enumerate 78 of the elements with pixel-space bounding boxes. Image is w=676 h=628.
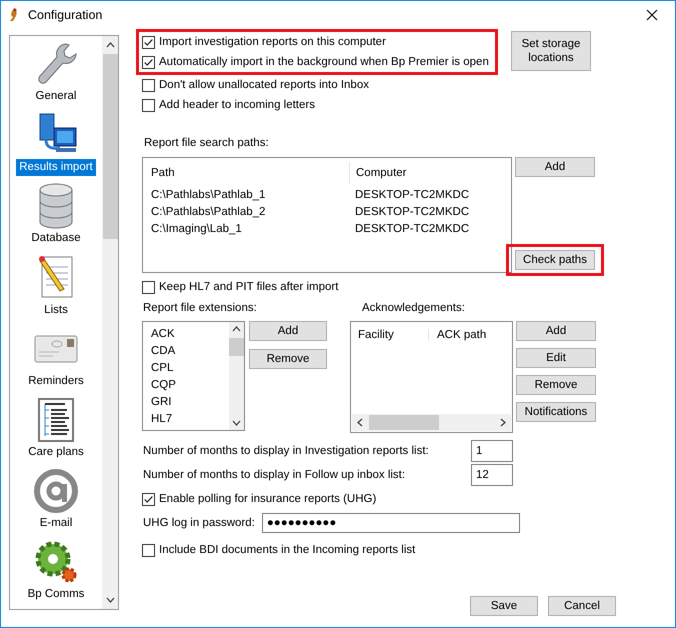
- scroll-down-icon: [106, 597, 114, 603]
- section-label: Report file search paths:: [144, 137, 270, 151]
- list-item[interactable]: ACK: [151, 326, 229, 343]
- gears-icon: [33, 538, 79, 585]
- set-storage-button[interactable]: Set storage locations: [511, 31, 591, 71]
- column-header[interactable]: ACK path: [429, 329, 486, 341]
- checkbox-label: Import investigation reports on this computer: [159, 36, 386, 48]
- scroll-right-icon: [500, 418, 506, 427]
- paths-list[interactable]: Path Computer C:\Pathlabs\Pathlab_1 DESKTOP-TC2MKDC C:\Pathlabs\Pathlab_2 DESKTOP-TC2MKDC C:\Imaging\Lab_1 DESKTOP-TC2MKDC: [142, 157, 512, 273]
- checkbox-label: Keep HL7 and PIT files after import: [159, 281, 338, 293]
- checkbox-label: Automatically import in the background when Bp Premier is open: [159, 56, 489, 68]
- months-field[interactable]: 12: [471, 464, 513, 486]
- scroll-up-icon: [232, 326, 241, 332]
- section-label: Report file extensions:: [143, 302, 258, 316]
- field-label: Number of months to display in Follow up inbox list:: [143, 469, 406, 481]
- sidebar-item[interactable]: General: [10, 40, 102, 112]
- at-sign-icon: [33, 468, 79, 514]
- checkbox[interactable]: [142, 56, 155, 68]
- checkbox-label: Include BDI documents in the Incoming reports list: [159, 544, 416, 556]
- table-cell-text: C:\Pathlabs\Pathlab_2: [151, 206, 266, 218]
- add-button[interactable]: Add: [515, 157, 595, 177]
- scrollbar-thumb[interactable]: [369, 415, 439, 430]
- scrollbar[interactable]: [352, 414, 511, 431]
- column-header[interactable]: Facility: [358, 329, 429, 341]
- acknowledgements-list[interactable]: Facility ACK path: [350, 321, 513, 433]
- checkbox[interactable]: [142, 280, 155, 294]
- list-item[interactable]: CDA: [151, 343, 229, 360]
- close-icon: [646, 9, 658, 21]
- list-item[interactable]: GRI: [151, 394, 229, 411]
- section-label: Acknowledgements:: [362, 302, 466, 316]
- dialog-button[interactable]: Cancel: [548, 596, 616, 616]
- checkbox-label: Enable polling for insurance reports (UHG): [159, 493, 376, 505]
- column-header[interactable]: Computer: [350, 167, 406, 179]
- table-cell-text: C:\Pathlabs\Pathlab_1: [151, 188, 266, 200]
- outline-icon: [36, 396, 76, 444]
- scrollbar-thumb[interactable]: [229, 338, 244, 356]
- list-button[interactable]: Add: [249, 321, 327, 341]
- list-item[interactable]: CQP: [151, 377, 229, 394]
- sidebar-item[interactable]: Database: [10, 182, 102, 254]
- list-button[interactable]: Remove: [249, 349, 327, 369]
- list-item[interactable]: HL7: [151, 411, 229, 428]
- scrollbar-thumb[interactable]: [102, 54, 118, 239]
- list-item[interactable]: CPL: [151, 360, 229, 377]
- checkbox[interactable]: [142, 492, 155, 506]
- dialog-button[interactable]: Save: [470, 596, 538, 616]
- table-cell-text: DESKTOP-TC2MKDC: [354, 206, 470, 218]
- extensions-list[interactable]: ACK CDA CPL CQP GRI HL7: [142, 321, 245, 431]
- list-button[interactable]: Edit: [516, 348, 596, 368]
- checkbox[interactable]: [142, 544, 155, 556]
- table-cell-text: DESKTOP-TC2MKDC: [354, 188, 470, 200]
- list-button[interactable]: Notifications: [516, 402, 596, 422]
- checkbox-label: Don't allow unallocated reports into Inbox: [159, 79, 369, 91]
- sidebar-item[interactable]: Bp Comms: [10, 538, 102, 609]
- scrollbar[interactable]: [102, 36, 118, 609]
- scroll-down-icon: [232, 420, 241, 426]
- table-cell-text: C:\Imaging\Lab_1: [151, 222, 243, 234]
- checkbox[interactable]: [142, 78, 155, 92]
- scroll-left-icon: [357, 418, 363, 427]
- field-label: UHG log in password:: [143, 517, 255, 529]
- list-button[interactable]: Remove: [516, 375, 596, 395]
- sidebar-item[interactable]: Results import: [10, 111, 102, 182]
- field-label: Number of months to display in Investigation reports list:: [143, 445, 430, 457]
- check-paths-button[interactable]: Check paths: [515, 250, 595, 270]
- window-title: Configuration: [28, 8, 102, 22]
- months-field[interactable]: 1: [471, 440, 513, 462]
- list-button[interactable]: Add: [516, 321, 596, 341]
- sidebar-item[interactable]: Care plans: [10, 396, 102, 467]
- sidebar-item[interactable]: E-mail: [10, 466, 102, 538]
- checkbox[interactable]: [142, 98, 155, 112]
- checkbox[interactable]: [142, 36, 155, 48]
- sidebar-item[interactable]: Lists: [10, 253, 102, 324]
- sidebar-item[interactable]: Reminders: [10, 324, 102, 396]
- scrollbar[interactable]: [229, 322, 244, 430]
- scroll-up-icon: [106, 42, 114, 48]
- checkbox-label: Add header to incoming letters: [159, 99, 315, 111]
- password-field[interactable]: ●●●●●●●●●●: [262, 513, 520, 533]
- column-header[interactable]: Path: [151, 162, 350, 184]
- table-cell-text: DESKTOP-TC2MKDC: [354, 222, 470, 234]
